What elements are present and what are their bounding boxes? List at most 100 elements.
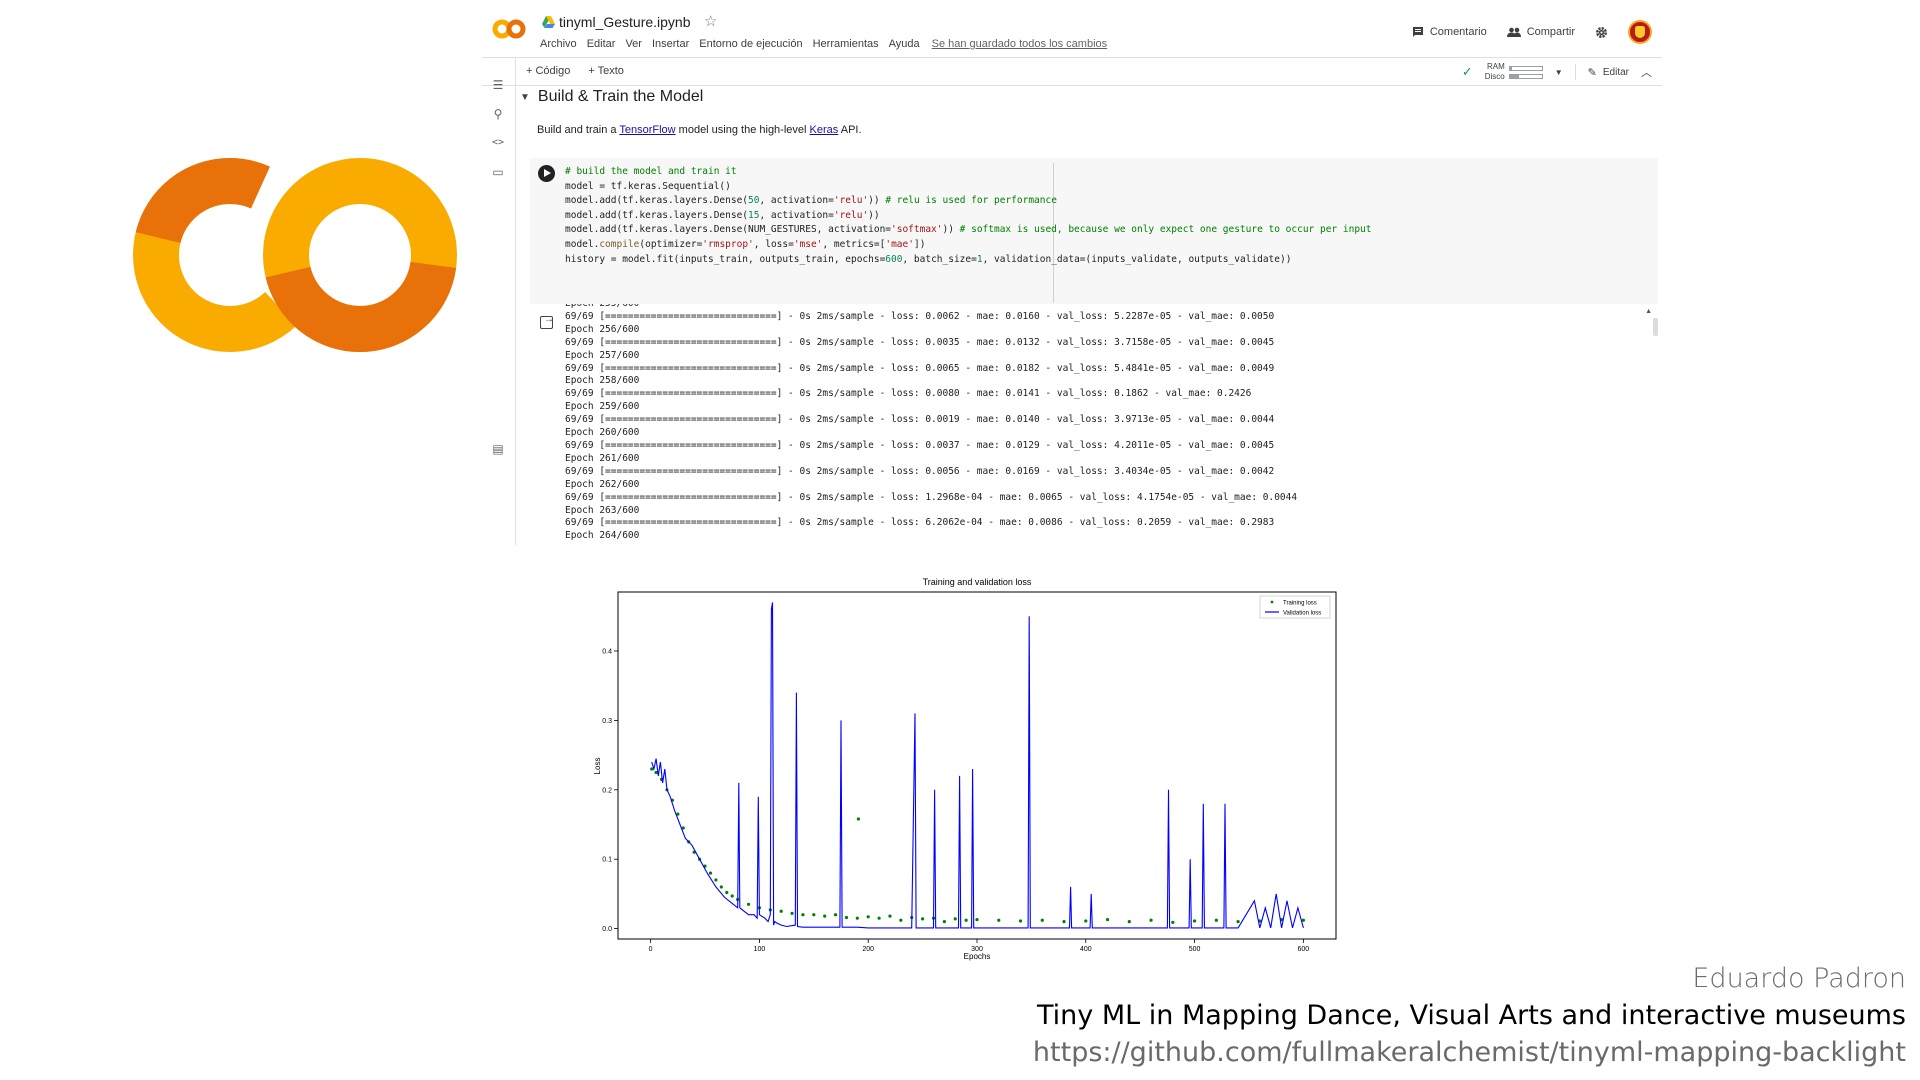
ram-label: RAM	[1486, 62, 1505, 71]
output-line: 69/69 [==============================] -…	[565, 465, 1275, 477]
edit-button[interactable]: ✎ Editar	[1588, 66, 1629, 79]
menu-insertar[interactable]: Insertar	[652, 38, 689, 50]
output-scrollbar[interactable]	[1653, 318, 1658, 336]
training-loss-point	[975, 917, 979, 922]
training-loss-point	[790, 911, 794, 915]
share-button[interactable]: Compartir	[1506, 26, 1575, 38]
scroll-up-icon[interactable]: ▲	[1645, 308, 1652, 315]
edit-label: Editar	[1602, 66, 1629, 78]
menu-editar[interactable]: Editar	[587, 38, 616, 50]
output-line: 69/69 [==============================] -…	[565, 439, 1275, 451]
code-editor[interactable]: # build the model and train it model = t…	[565, 165, 1371, 267]
terminal-icon[interactable]: ▤	[491, 442, 505, 456]
toc-icon[interactable]: ☰	[491, 78, 505, 92]
credit-url[interactable]: https://github.com/fullmakeralchemist/ti…	[1033, 1037, 1906, 1068]
keras-link[interactable]: Keras	[810, 124, 839, 136]
menu-archivo[interactable]: Archivo	[540, 38, 577, 50]
x-tick-label: 500	[1189, 946, 1201, 953]
output-line: Epoch 255/600	[565, 304, 1297, 311]
run-cell-button[interactable]	[538, 165, 555, 182]
notebook-header: tinyml_Gesture.ipynb ☆ Archivo Editar Ve…	[482, 0, 1662, 58]
training-loss-point	[708, 871, 713, 875]
notebook-toolbar: + Código + Texto ✓ RAM Disco ▼ ✎ Editar	[482, 58, 1662, 86]
training-loss-point	[1192, 919, 1197, 923]
section-heading[interactable]: ▼ Build & Train the Model	[520, 88, 703, 106]
x-tick-label: 0	[649, 946, 653, 953]
training-loss-point	[997, 918, 1001, 922]
toolbar-divider	[1574, 64, 1576, 80]
y-tick-label: 0.2	[602, 787, 612, 794]
legend-train-label: Training loss	[1283, 601, 1317, 607]
training-loss-point	[1040, 918, 1044, 922]
text-cell: Build and train a TensorFlow model using…	[537, 124, 862, 136]
training-loss-point	[942, 920, 946, 924]
menu-ver[interactable]: Ver	[625, 38, 642, 50]
credit-talk-title: Tiny ML in Mapping Dance, Visual Arts an…	[1037, 1000, 1906, 1031]
people-icon	[1506, 27, 1521, 37]
output-line: Epoch 262/600	[565, 478, 640, 490]
search-icon[interactable]: ⚲	[491, 107, 505, 121]
collapse-caret-icon[interactable]: ▼	[520, 92, 530, 103]
output-line: Epoch 260/600	[565, 427, 640, 439]
notebook-title[interactable]: tinyml_Gesture.ipynb	[542, 14, 691, 30]
training-loss-point	[1236, 920, 1240, 924]
training-loss-point	[1214, 918, 1218, 922]
disk-label: Disco	[1484, 72, 1505, 81]
training-loss-point	[812, 913, 816, 917]
training-loss-point	[714, 878, 718, 882]
comment-label: Comentario	[1429, 26, 1487, 38]
menu-entorno[interactable]: Entorno de ejecución	[699, 38, 802, 50]
output-line: 69/69 [==============================] -…	[565, 336, 1275, 348]
training-loss-point	[1062, 920, 1066, 924]
add-text-button[interactable]: + Texto	[588, 65, 624, 77]
add-code-button[interactable]: + Código	[526, 65, 570, 77]
training-loss-point	[866, 915, 870, 919]
training-loss-point	[844, 915, 849, 920]
output-log: Epoch 255/60069/69 [====================…	[565, 304, 1297, 543]
training-loss-point	[1018, 919, 1023, 923]
output-line: Epoch 259/600	[565, 401, 640, 413]
training-loss-point	[877, 916, 881, 920]
training-loss-point	[1149, 918, 1153, 922]
legend: Training loss Validation loss	[1259, 595, 1331, 619]
menu-ayuda[interactable]: Ayuda	[889, 38, 920, 50]
notebook-filename[interactable]: tinyml_Gesture.ipynb	[559, 14, 691, 30]
gear-icon[interactable]	[1595, 26, 1608, 39]
ram-bar-fill	[1509, 66, 1513, 70]
training-loss-point	[1127, 920, 1131, 924]
avatar[interactable]	[1628, 20, 1652, 44]
output-line: 69/69 [==============================] -…	[565, 310, 1275, 322]
output-line: 69/69 [==============================] -…	[565, 517, 1275, 529]
runtime-dropdown-icon[interactable]: ▼	[1555, 68, 1563, 77]
connected-check-icon: ✓	[1461, 64, 1473, 79]
output-line: Epoch 264/600	[565, 530, 640, 542]
resource-monitor[interactable]: RAM Disco	[1485, 62, 1543, 82]
comment-button[interactable]: Comentario	[1412, 26, 1487, 38]
x-tick-label: 400	[1080, 946, 1092, 953]
drive-icon	[542, 16, 555, 28]
output-line: Epoch 256/600	[565, 323, 640, 335]
star-icon[interactable]: ☆	[704, 12, 717, 30]
saved-status-link[interactable]: Se han guardado todos los cambios	[932, 38, 1108, 50]
loss-chart: Training and validation loss 0 100 200 300 4…	[593, 577, 1337, 961]
chevron-up-icon[interactable]: ︿	[1641, 64, 1652, 80]
output-line: 69/69 [==============================] -…	[565, 491, 1298, 503]
folder-icon[interactable]: ▭	[491, 165, 505, 179]
training-loss-point	[746, 902, 751, 906]
left-sidebar: ☰ ⚲ <> ▭ ▤	[482, 58, 516, 545]
ram-bar	[1508, 65, 1543, 71]
cell-output[interactable]: Epoch 255/60069/69 [====================…	[530, 304, 1658, 545]
training-loss-point	[888, 914, 892, 918]
colab-logo-large	[133, 158, 457, 352]
training-loss-point	[953, 917, 957, 921]
legend-train-marker	[1270, 600, 1274, 604]
tensorflow-link[interactable]: TensorFlow	[619, 124, 675, 136]
output-line: Epoch 258/600	[565, 375, 640, 387]
colab-logo-icon	[492, 19, 526, 39]
code-cell[interactable]: # build the model and train it model = t…	[530, 158, 1658, 304]
code-snippets-icon[interactable]: <>	[491, 136, 505, 150]
output-line: Epoch 261/600	[565, 452, 640, 464]
output-menu-icon[interactable]	[540, 314, 554, 329]
menu-herramientas[interactable]: Herramientas	[813, 38, 879, 50]
training-loss-point	[719, 885, 723, 889]
